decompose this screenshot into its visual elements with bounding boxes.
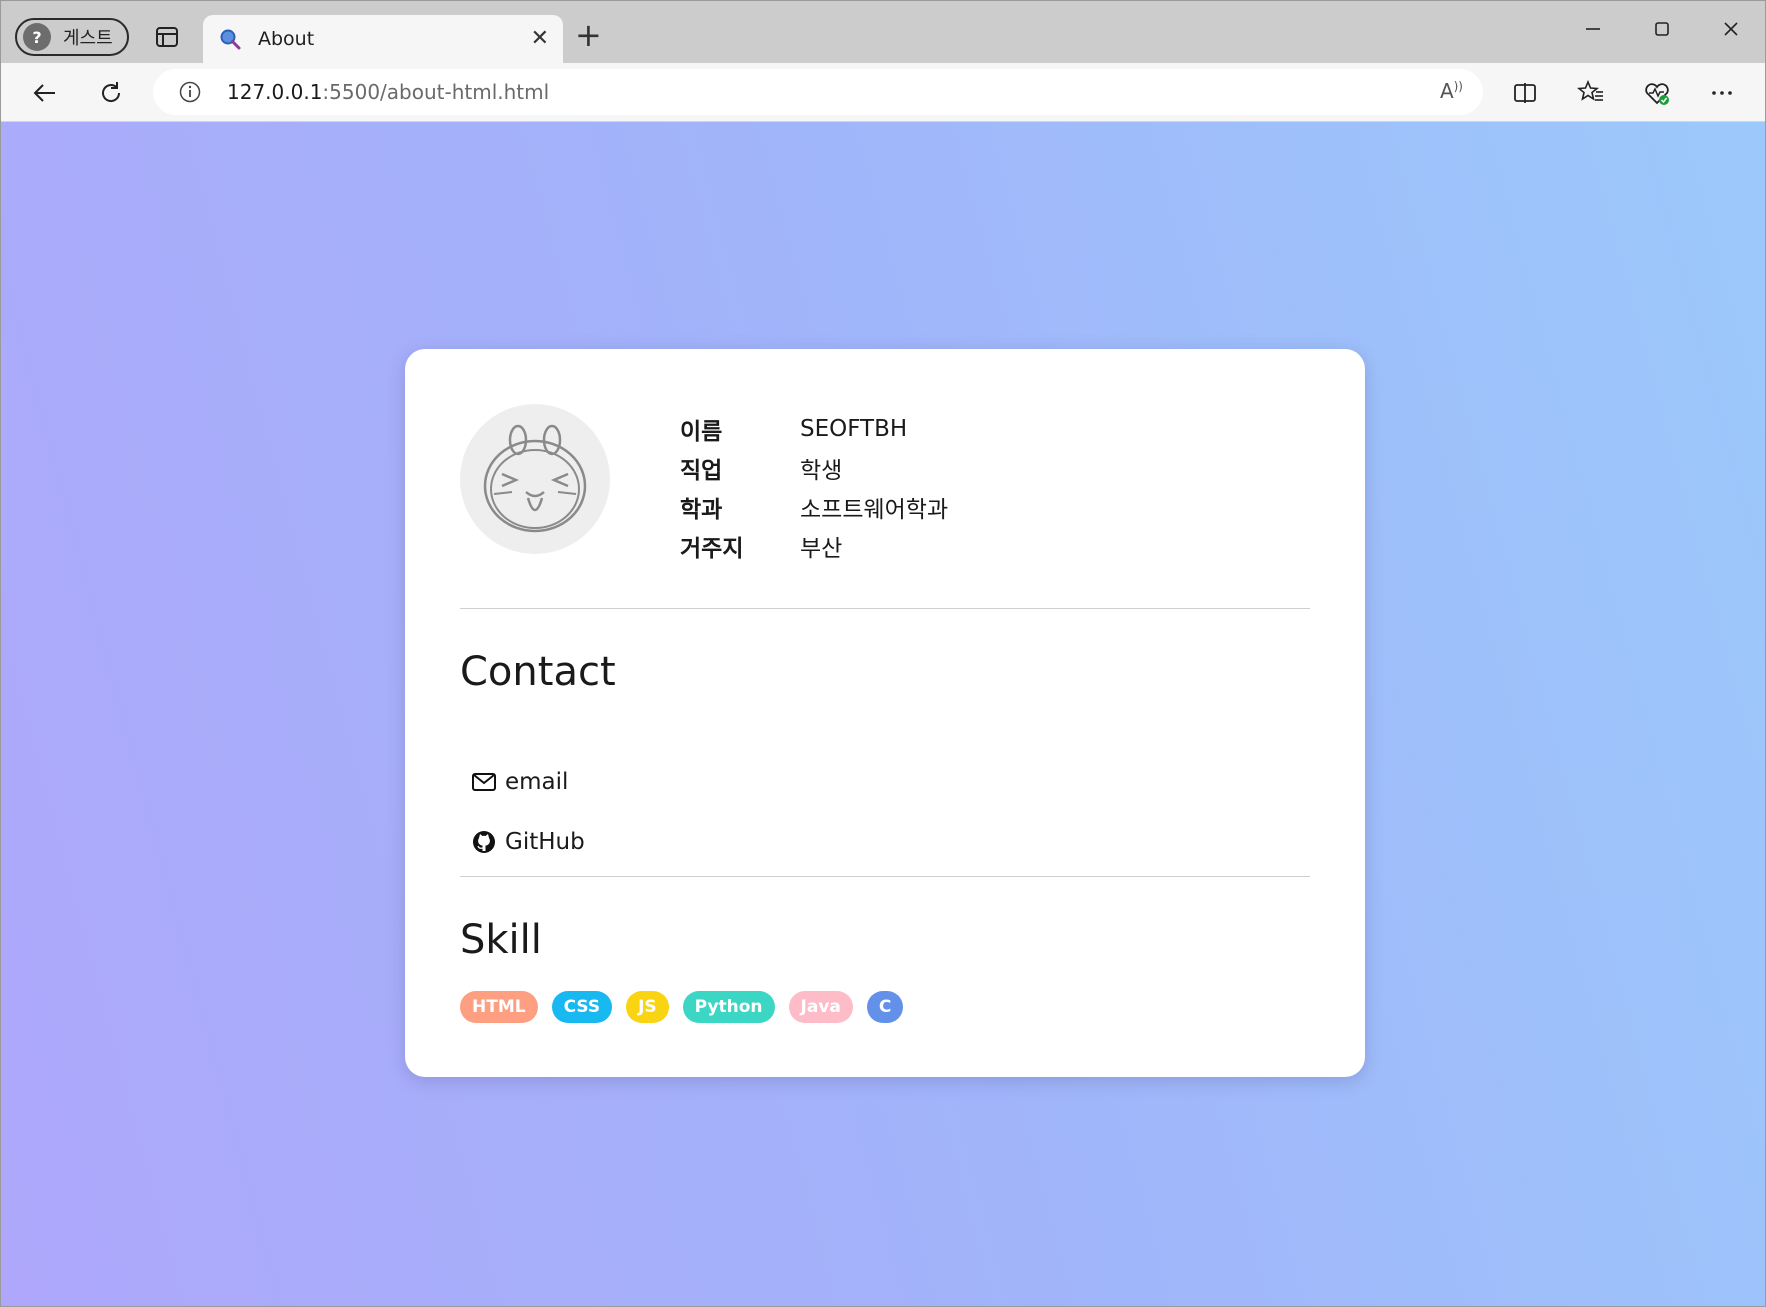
skill-title: Skill (460, 917, 542, 963)
mail-icon (472, 773, 496, 791)
back-icon[interactable] (27, 75, 63, 111)
residence-value: 부산 (800, 535, 843, 562)
job-value: 학생 (800, 457, 843, 484)
name-key: 이름 (680, 418, 723, 445)
address-bar[interactable]: 127.0.0.1:5500/about-html.html A)) (153, 69, 1483, 115)
refresh-icon[interactable] (93, 75, 129, 111)
email-label: email (505, 769, 569, 795)
toolbar: 127.0.0.1:5500/about-html.html A)) (1, 63, 1765, 122)
url-host: 127.0.0.1 (227, 80, 323, 104)
skill-badge-js: JS (626, 991, 669, 1023)
tab-title: About (258, 28, 315, 50)
profile-button[interactable]: ? 게스트 (15, 18, 129, 56)
about-card: 이름 SEOFTBH 직업 학생 학과 소프트웨어학과 거주지 부산 Conta… (405, 349, 1365, 1077)
divider (460, 608, 1310, 609)
url-text[interactable]: 127.0.0.1:5500/about-html.html (227, 80, 549, 104)
skill-badge-c: C (866, 991, 904, 1023)
profile-row-name: 이름 SEOFTBH (680, 409, 948, 448)
profile-info: 이름 SEOFTBH 직업 학생 학과 소프트웨어학과 거주지 부산 (680, 409, 948, 565)
new-tab-icon[interactable]: + (575, 19, 602, 51)
github-icon (473, 831, 495, 853)
close-tab-icon[interactable]: ✕ (531, 26, 549, 51)
profile-row-major: 학과 소프트웨어학과 (680, 487, 948, 526)
minimize-icon[interactable] (1573, 11, 1613, 47)
skill-badge-html: HTML (460, 991, 538, 1023)
url-path: :5500/about-html.html (322, 80, 550, 104)
browser-essentials-icon[interactable] (1639, 75, 1675, 111)
tab-about[interactable]: About ✕ (203, 15, 563, 63)
email-link[interactable]: email (471, 769, 568, 795)
profile-row-job: 직업 학생 (680, 448, 948, 487)
skill-list: HTML CSS JS Python Java C (460, 991, 917, 1023)
close-window-icon[interactable] (1711, 11, 1751, 47)
name-value: SEOFTBH (800, 415, 908, 442)
residence-key: 거주지 (680, 535, 744, 562)
site-info-icon[interactable] (179, 81, 201, 103)
page-viewport: 이름 SEOFTBH 직업 학생 학과 소프트웨어학과 거주지 부산 Conta… (1, 122, 1765, 1306)
job-key: 직업 (680, 457, 723, 484)
major-key: 학과 (680, 496, 723, 523)
maximize-icon[interactable] (1642, 11, 1682, 47)
skill-badge-java: Java (788, 991, 853, 1023)
divider (460, 876, 1310, 877)
github-link[interactable]: GitHub (471, 829, 585, 855)
more-options-icon[interactable] (1704, 75, 1740, 111)
browser-window: ? 게스트 About ✕ + 127.0.0.1:5500/about-htm… (0, 0, 1766, 1307)
skill-badge-css: CSS (551, 991, 613, 1023)
tab-actions-icon[interactable] (154, 24, 180, 50)
major-value: 소프트웨어학과 (800, 496, 949, 523)
profile-row-residence: 거주지 부산 (680, 526, 948, 565)
profile-label: 게스트 (63, 28, 113, 49)
tab-strip: ? 게스트 About ✕ + (1, 1, 1765, 63)
skill-badge-python: Python (682, 991, 775, 1023)
search-favicon-icon (219, 28, 241, 50)
guest-avatar-icon: ? (23, 23, 51, 51)
avatar (460, 404, 610, 554)
contact-title: Contact (460, 649, 616, 695)
bunny-face-icon (483, 424, 587, 533)
split-screen-icon[interactable] (1507, 75, 1543, 111)
github-label: GitHub (505, 829, 585, 855)
favorites-icon[interactable] (1573, 75, 1609, 111)
read-aloud-icon[interactable]: A)) (1440, 79, 1463, 103)
